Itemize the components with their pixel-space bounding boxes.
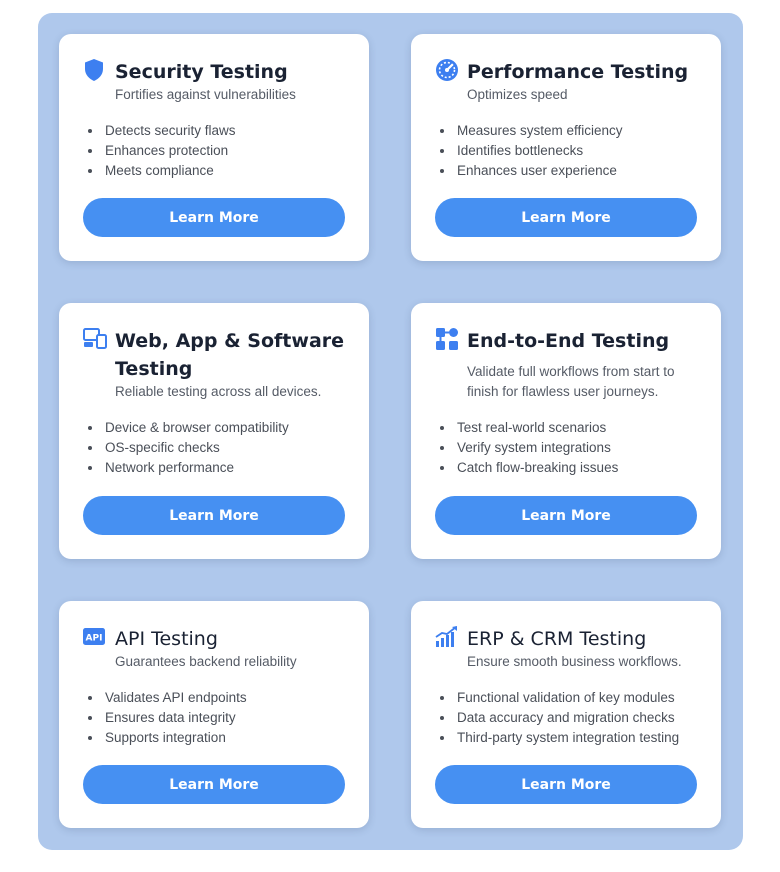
learn-more-button[interactable]: Learn More <box>83 496 345 535</box>
list-item: Verify system integrations <box>455 438 713 458</box>
list-item: Network performance <box>103 458 361 478</box>
devices-icon <box>83 327 107 351</box>
list-item: Functional validation of key modules <box>455 688 713 708</box>
learn-more-button[interactable]: Learn More <box>435 198 697 237</box>
learn-more-button[interactable]: Learn More <box>435 496 697 535</box>
feature-list: Measures system efficiency Identifies bo… <box>439 121 713 181</box>
card-title: Performance Testing <box>467 61 689 83</box>
list-item: Data accuracy and migration checks <box>455 708 713 728</box>
feature-list: Functional validation of key modules Dat… <box>439 688 713 748</box>
list-item: Enhances user experience <box>455 161 713 181</box>
list-item: Measures system efficiency <box>455 121 713 141</box>
list-item: Device & browser compatibility <box>103 418 361 438</box>
workflow-icon <box>435 327 458 351</box>
card-subtitle: Reliable testing across all devices. <box>115 384 322 399</box>
card-title: ERP & CRM Testing <box>467 628 647 650</box>
list-item: Meets compliance <box>103 161 361 181</box>
list-item: Ensures data integrity <box>103 708 361 728</box>
speedometer-icon <box>435 58 458 82</box>
card-subtitle: Ensure smooth business workflows. <box>467 654 682 669</box>
card-end-to-end-testing: End-to-End Testing Validate full workflo… <box>411 303 721 559</box>
list-item: Identifies bottlenecks <box>455 141 713 161</box>
learn-more-button[interactable]: Learn More <box>435 765 697 804</box>
card-title: Security Testing <box>115 61 288 83</box>
card-subtitle: Optimizes speed <box>467 87 568 102</box>
feature-list: Detects security flaws Enhances protecti… <box>87 121 361 181</box>
card-web-app-software-testing: Web, App & Software Testing Reliable tes… <box>59 303 369 559</box>
card-title-line2: Testing <box>115 358 193 380</box>
list-item: Third-party system integration testing <box>455 728 713 748</box>
list-item: Supports integration <box>103 728 361 748</box>
feature-list: Device & browser compatibility OS-specif… <box>87 418 361 478</box>
card-subtitle: Guarantees backend reliability <box>115 654 297 669</box>
list-item: Catch flow-breaking issues <box>455 458 713 478</box>
shield-icon <box>83 58 105 82</box>
card-title: End-to-End Testing <box>467 330 670 352</box>
list-item: Enhances protection <box>103 141 361 161</box>
list-item: Validates API endpoints <box>103 688 361 708</box>
card-security-testing: Security Testing Fortifies against vulne… <box>59 34 369 261</box>
list-item: Detects security flaws <box>103 121 361 141</box>
api-icon: API <box>83 628 105 645</box>
card-title: Web, App & Software <box>115 330 345 352</box>
card-subtitle: Fortifies against vulnerabilities <box>115 87 296 102</box>
card-subtitle-line2: finish for flawless user journeys. <box>467 384 659 399</box>
api-icon-text: API <box>86 634 103 644</box>
card-title: API Testing <box>115 628 218 650</box>
card-subtitle: Validate full workflows from start to <box>467 364 675 379</box>
feature-list: Validates API endpoints Ensures data int… <box>87 688 361 748</box>
growth-chart-icon <box>435 626 457 650</box>
learn-more-button[interactable]: Learn More <box>83 198 345 237</box>
list-item: Test real-world scenarios <box>455 418 713 438</box>
card-api-testing: API API Testing Guarantees backend relia… <box>59 601 369 828</box>
card-erp-crm-testing: ERP & CRM Testing Ensure smooth business… <box>411 601 721 828</box>
list-item: OS-specific checks <box>103 438 361 458</box>
card-performance-testing: Performance Testing Optimizes speed Meas… <box>411 34 721 261</box>
feature-list: Test real-world scenarios Verify system … <box>439 418 713 478</box>
learn-more-button[interactable]: Learn More <box>83 765 345 804</box>
